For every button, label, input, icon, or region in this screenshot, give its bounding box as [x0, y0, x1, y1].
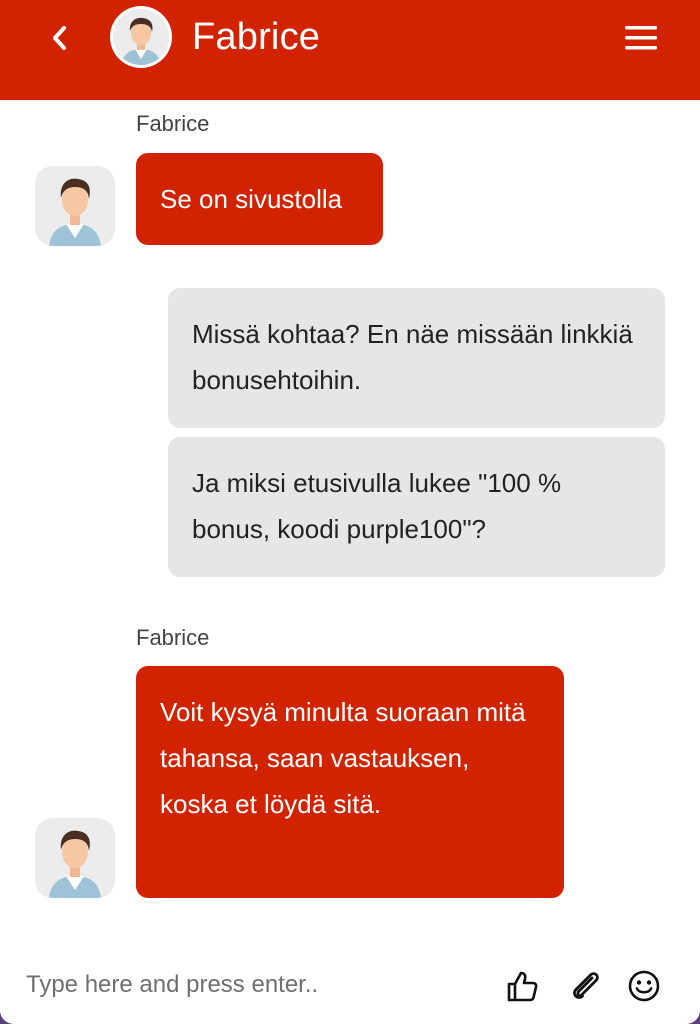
agent-avatar-icon — [35, 818, 115, 898]
agent-avatar-icon — [35, 166, 115, 246]
attach-button[interactable] — [566, 966, 606, 1006]
message-composer — [0, 950, 700, 1024]
agent-avatar — [35, 166, 115, 246]
agent-avatar — [35, 818, 115, 898]
message-bubble-user: Ja miksi etusivulla lukee "100 % bonus, … — [168, 437, 665, 577]
paperclip-icon — [573, 972, 599, 999]
chat-title: Fabrice — [192, 16, 321, 58]
chevron-left-icon — [53, 26, 66, 50]
message-bubble-agent: Voit kysyä minulta suoraan mitä tahansa,… — [136, 666, 564, 898]
back-button[interactable] — [40, 18, 80, 58]
menu-button[interactable] — [620, 20, 662, 56]
hamburger-menu-icon — [625, 26, 657, 50]
thumbs-up-icon — [507, 971, 538, 1002]
sender-name: Fabrice — [136, 625, 210, 650]
message-text: Se on sivustolla — [160, 184, 343, 214]
thumbs-up-button[interactable] — [502, 966, 542, 1006]
sender-name: Fabrice — [136, 111, 210, 136]
chat-window: Fabrice Fabrice Se on sivustolla Missä k… — [0, 0, 700, 1024]
message-input[interactable] — [18, 962, 494, 1008]
header-avatar — [110, 6, 172, 68]
message-text: Voit kysyä minulta suoraan mitä tahansa,… — [160, 697, 526, 819]
message-bubble-user: Missä kohtaa? En näe missään linkkiä bon… — [168, 288, 665, 428]
smiley-icon — [628, 970, 660, 1002]
message-text: Missä kohtaa? En näe missään linkkiä bon… — [192, 319, 633, 395]
message-bubble-agent: Se on sivustolla — [136, 153, 383, 245]
chat-header: Fabrice — [0, 0, 700, 100]
emoji-button[interactable] — [624, 966, 664, 1006]
message-text: Ja miksi etusivulla lukee "100 % bonus, … — [192, 468, 562, 544]
agent-avatar-icon — [113, 9, 169, 65]
